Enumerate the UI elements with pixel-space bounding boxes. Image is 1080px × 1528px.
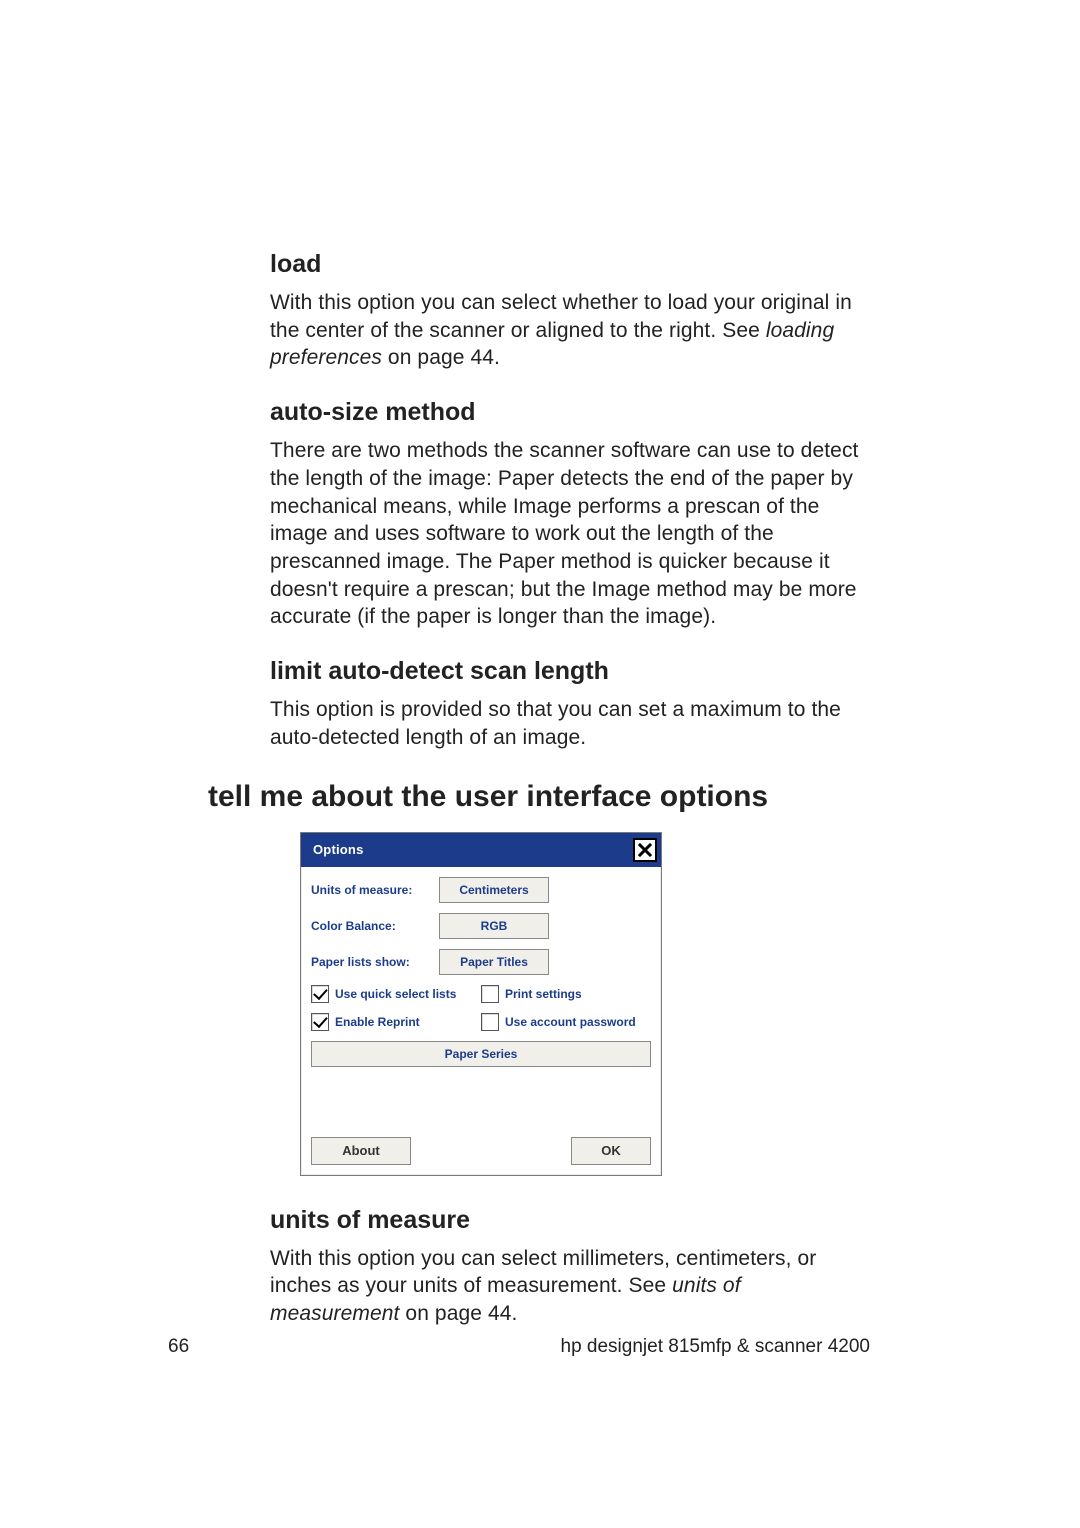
dialog-body: Units of measure: Centimeters Color Bala… [301, 867, 661, 1175]
checkbox-use-quick-select-lists[interactable] [311, 985, 329, 1003]
row-checks-2: Enable Reprint Use account password [311, 1013, 651, 1031]
page-footer: 66 hp designjet 815mfp & scanner 4200 [0, 1336, 1080, 1358]
select-units-of-measure[interactable]: Centimeters [439, 877, 549, 903]
label-paper-lists-show: Paper lists show: [311, 955, 439, 969]
page-number: 66 [168, 1336, 189, 1358]
select-paper-lists-show[interactable]: Paper Titles [439, 949, 549, 975]
text: With this option you can select whether … [270, 291, 852, 342]
subheading-auto-size-method: auto-size method [270, 398, 870, 427]
paragraph-auto-size-method: There are two methods the scanner softwa… [270, 437, 870, 631]
label-color-balance: Color Balance: [311, 919, 439, 933]
paragraph-limit-auto-detect: This option is provided so that you can … [270, 696, 870, 751]
label-units-of-measure: Units of measure: [311, 883, 439, 897]
dialog-title: Options [313, 842, 364, 857]
paragraph-load: With this option you can select whether … [270, 289, 870, 372]
row-checks-1: Use quick select lists Print settings [311, 985, 651, 1003]
dialog-titlebar: Options [301, 833, 661, 867]
subheading-load: load [270, 250, 870, 279]
footer-product-name: hp designjet 815mfp & scanner 4200 [561, 1336, 871, 1358]
text: on page 44. [382, 346, 500, 369]
dialog-bottom-row: About OK [311, 1137, 651, 1165]
text: on page 44. [400, 1302, 518, 1325]
checkbox-enable-reprint[interactable] [311, 1013, 329, 1031]
close-icon [638, 843, 652, 857]
label-enable-reprint: Enable Reprint [335, 1015, 420, 1029]
select-color-balance[interactable]: RGB [439, 913, 549, 939]
row-paper-lists-show: Paper lists show: Paper Titles [311, 949, 651, 975]
section-heading-ui-options: tell me about the user interface options [208, 780, 870, 814]
options-dialog: Options Units of measure: Centimeters Co… [300, 832, 662, 1176]
paragraph-units-of-measure: With this option you can select millimet… [270, 1245, 870, 1328]
checkbox-use-account-password[interactable] [481, 1013, 499, 1031]
checkbox-print-settings[interactable] [481, 985, 499, 1003]
label-print-settings: Print settings [505, 987, 582, 1001]
about-button[interactable]: About [311, 1137, 411, 1165]
close-button[interactable] [633, 838, 657, 862]
ok-button[interactable]: OK [571, 1137, 651, 1165]
row-units: Units of measure: Centimeters [311, 877, 651, 903]
paper-series-button[interactable]: Paper Series [311, 1041, 651, 1067]
row-color-balance: Color Balance: RGB [311, 913, 651, 939]
label-use-account-password: Use account password [505, 1015, 636, 1029]
label-use-quick-select-lists: Use quick select lists [335, 987, 456, 1001]
subheading-limit-auto-detect: limit auto-detect scan length [270, 657, 870, 686]
subheading-units-of-measure: units of measure [270, 1206, 870, 1235]
